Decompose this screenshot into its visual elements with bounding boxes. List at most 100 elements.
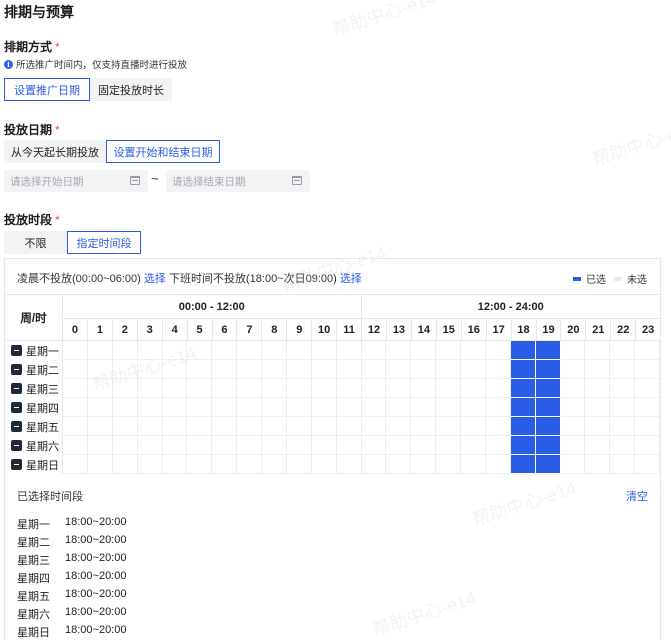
time-cell[interactable]	[262, 436, 287, 455]
time-cell[interactable]	[560, 417, 586, 436]
time-cell[interactable]	[386, 417, 412, 436]
time-cell[interactable]	[336, 341, 362, 360]
time-cell[interactable]	[635, 379, 660, 398]
time-cell[interactable]	[436, 436, 461, 455]
time-cell[interactable]	[386, 398, 412, 417]
time-cell[interactable]	[262, 398, 287, 417]
time-cell[interactable]	[162, 417, 188, 436]
time-cell[interactable]	[112, 360, 138, 379]
time-cell[interactable]	[560, 341, 586, 360]
time-cell[interactable]	[585, 436, 611, 455]
time-cell[interactable]	[162, 379, 188, 398]
time-cell[interactable]	[87, 341, 113, 360]
minus-square-icon[interactable]	[11, 421, 22, 432]
day-label[interactable]: 星期六	[5, 436, 63, 455]
time-cell[interactable]	[63, 398, 88, 417]
time-cell[interactable]	[237, 455, 262, 474]
time-cell[interactable]	[311, 379, 337, 398]
time-cell[interactable]	[510, 398, 536, 417]
time-cell[interactable]	[361, 341, 387, 360]
time-cell[interactable]	[610, 379, 636, 398]
time-cell[interactable]	[560, 455, 586, 474]
time-cell[interactable]	[510, 455, 536, 474]
time-cell[interactable]	[436, 398, 461, 417]
time-cell[interactable]	[485, 436, 511, 455]
time-cell[interactable]	[585, 455, 611, 474]
time-cell[interactable]	[212, 417, 238, 436]
time-cell[interactable]	[635, 341, 660, 360]
time-cell[interactable]	[311, 417, 337, 436]
time-cell[interactable]	[187, 360, 213, 379]
time-cell[interactable]	[535, 436, 561, 455]
time-cell[interactable]	[63, 379, 88, 398]
time-cell[interactable]	[635, 417, 660, 436]
time-cell[interactable]	[361, 455, 387, 474]
time-cell[interactable]	[610, 341, 636, 360]
time-cell[interactable]	[187, 455, 213, 474]
time-cell[interactable]	[262, 455, 287, 474]
time-cell[interactable]	[212, 398, 238, 417]
day-label[interactable]: 星期一	[5, 341, 63, 360]
time-cell[interactable]	[635, 360, 660, 379]
minus-square-icon[interactable]	[11, 383, 22, 394]
start-end-date-button[interactable]: 设置开始和结束日期	[106, 140, 220, 163]
time-cell[interactable]	[187, 341, 213, 360]
time-cell[interactable]	[510, 360, 536, 379]
time-cell[interactable]	[461, 436, 486, 455]
time-cell[interactable]	[585, 417, 611, 436]
time-cell[interactable]	[286, 341, 312, 360]
time-cell[interactable]	[237, 417, 262, 436]
time-cell[interactable]	[237, 379, 262, 398]
time-cell[interactable]	[610, 436, 636, 455]
time-cell[interactable]	[436, 379, 461, 398]
time-cell[interactable]	[585, 341, 611, 360]
time-cell[interactable]	[535, 341, 561, 360]
time-cell[interactable]	[361, 360, 387, 379]
time-cell[interactable]	[411, 417, 437, 436]
time-cell[interactable]	[162, 360, 188, 379]
time-cell[interactable]	[485, 360, 511, 379]
time-cell[interactable]	[336, 455, 362, 474]
time-cell[interactable]	[112, 436, 138, 455]
time-cell[interactable]	[336, 436, 362, 455]
time-cell[interactable]	[87, 379, 113, 398]
time-cell[interactable]	[137, 398, 163, 417]
time-cell[interactable]	[311, 436, 337, 455]
time-cell[interactable]	[63, 360, 88, 379]
time-cell[interactable]	[262, 360, 287, 379]
time-cell[interactable]	[635, 398, 660, 417]
time-cell[interactable]	[485, 341, 511, 360]
minus-square-icon[interactable]	[11, 459, 22, 470]
time-cell[interactable]	[411, 436, 437, 455]
time-cell[interactable]	[411, 379, 437, 398]
time-cell[interactable]	[361, 417, 387, 436]
minus-square-icon[interactable]	[11, 364, 22, 375]
unlimited-button[interactable]: 不限	[4, 231, 67, 254]
time-cell[interactable]	[212, 436, 238, 455]
time-cell[interactable]	[510, 436, 536, 455]
time-cell[interactable]	[560, 436, 586, 455]
time-cell[interactable]	[336, 398, 362, 417]
time-cell[interactable]	[286, 379, 312, 398]
time-cell[interactable]	[262, 379, 287, 398]
day-label[interactable]: 星期日	[5, 455, 63, 474]
time-cell[interactable]	[461, 360, 486, 379]
day-label[interactable]: 星期五	[5, 417, 63, 436]
clear-button[interactable]: 清空	[626, 488, 648, 504]
time-cell[interactable]	[311, 455, 337, 474]
time-cell[interactable]	[610, 398, 636, 417]
time-cell[interactable]	[510, 417, 536, 436]
time-cell[interactable]	[87, 360, 113, 379]
time-cell[interactable]	[386, 455, 412, 474]
time-cell[interactable]	[560, 360, 586, 379]
time-cell[interactable]	[461, 398, 486, 417]
time-cell[interactable]	[187, 398, 213, 417]
set-promo-date-button[interactable]: 设置推广日期	[4, 78, 90, 101]
time-cell[interactable]	[87, 417, 113, 436]
minus-square-icon[interactable]	[11, 402, 22, 413]
time-cell[interactable]	[63, 455, 88, 474]
time-cell[interactable]	[411, 455, 437, 474]
time-cell[interactable]	[535, 455, 561, 474]
time-cell[interactable]	[635, 436, 660, 455]
time-cell[interactable]	[535, 379, 561, 398]
